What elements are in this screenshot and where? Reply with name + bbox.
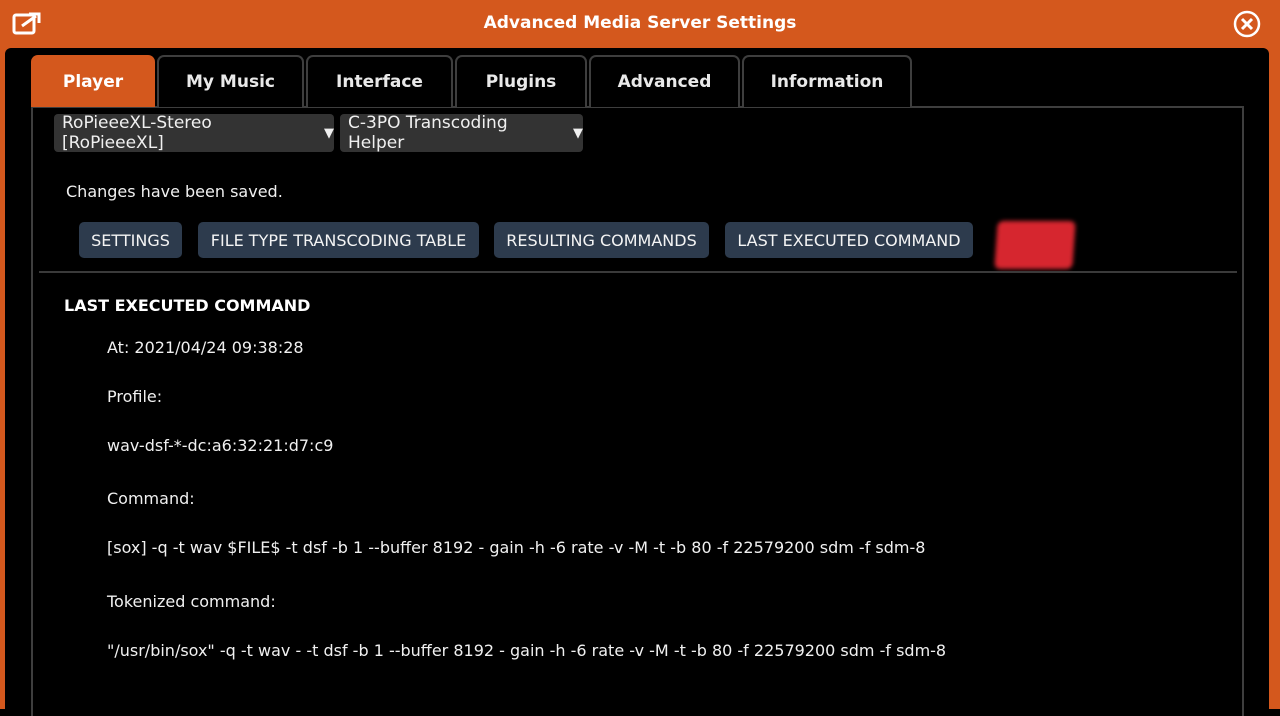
tab-label: Player: [62, 72, 124, 92]
tab-player[interactable]: Player: [31, 55, 155, 107]
redacted-button: [994, 221, 1076, 269]
title-bar: Advanced Media Server Settings: [0, 0, 1280, 48]
tab-information[interactable]: Information: [742, 55, 912, 107]
command-label: Command:: [107, 489, 195, 508]
close-icon[interactable]: [1233, 10, 1261, 38]
button-label: FILE TYPE TRANSCODING TABLE: [210, 230, 467, 250]
tab-label: Plugins: [485, 72, 557, 92]
settings-button[interactable]: SETTINGS: [79, 222, 182, 258]
window-title: Advanced Media Server Settings: [483, 13, 797, 33]
button-label: LAST EXECUTED COMMAND: [737, 230, 961, 250]
button-label: RESULTING COMMANDS: [506, 230, 697, 250]
command-value: [sox] -q -t wav $FILE$ -t dsf -b 1 --buf…: [107, 538, 926, 557]
dropdown-arrow-icon: ▼: [324, 125, 334, 141]
tab-label: My Music: [186, 72, 275, 92]
tab-plugins[interactable]: Plugins: [455, 55, 587, 107]
tokenized-command-value: "/usr/bin/sox" -q -t wav - -t dsf -b 1 -…: [107, 641, 947, 660]
profile-label: Profile:: [107, 387, 163, 406]
status-message: Changes have been saved.: [66, 182, 283, 201]
player-select-value: RoPieeeXL-Stereo [RoPieeeXL]: [62, 113, 212, 153]
resulting-commands-button[interactable]: RESULTING COMMANDS: [494, 222, 709, 258]
tab-label: Advanced: [617, 72, 712, 92]
dropdown-arrow-icon: ▼: [573, 125, 583, 141]
tab-label: Information: [770, 72, 884, 92]
file-type-transcoding-table-button[interactable]: FILE TYPE TRANSCODING TABLE: [198, 222, 479, 258]
tab-advanced[interactable]: Advanced: [589, 55, 740, 107]
profile-value: wav-dsf-*-dc:a6:32:21:d7:c9: [107, 436, 334, 455]
section-title: LAST EXECUTED COMMAND: [64, 296, 311, 315]
plugin-select[interactable]: C-3PO Transcoding Helper ▼: [340, 113, 583, 153]
executed-at: At: 2021/04/24 09:38:28: [107, 338, 304, 357]
player-select[interactable]: RoPieeeXL-Stereo [RoPieeeXL] ▼: [54, 113, 334, 153]
divider: [39, 271, 1237, 273]
settings-window: Advanced Media Server Settings Player My…: [0, 0, 1280, 716]
last-executed-command-button[interactable]: LAST EXECUTED COMMAND: [725, 222, 973, 258]
plugin-select-value: C-3PO Transcoding Helper: [348, 113, 508, 153]
button-label: SETTINGS: [91, 230, 170, 250]
tab-label: Interface: [336, 72, 423, 92]
tab-my-music[interactable]: My Music: [157, 55, 304, 107]
tab-interface[interactable]: Interface: [306, 55, 453, 107]
tokenized-command-label: Tokenized command:: [107, 592, 276, 611]
